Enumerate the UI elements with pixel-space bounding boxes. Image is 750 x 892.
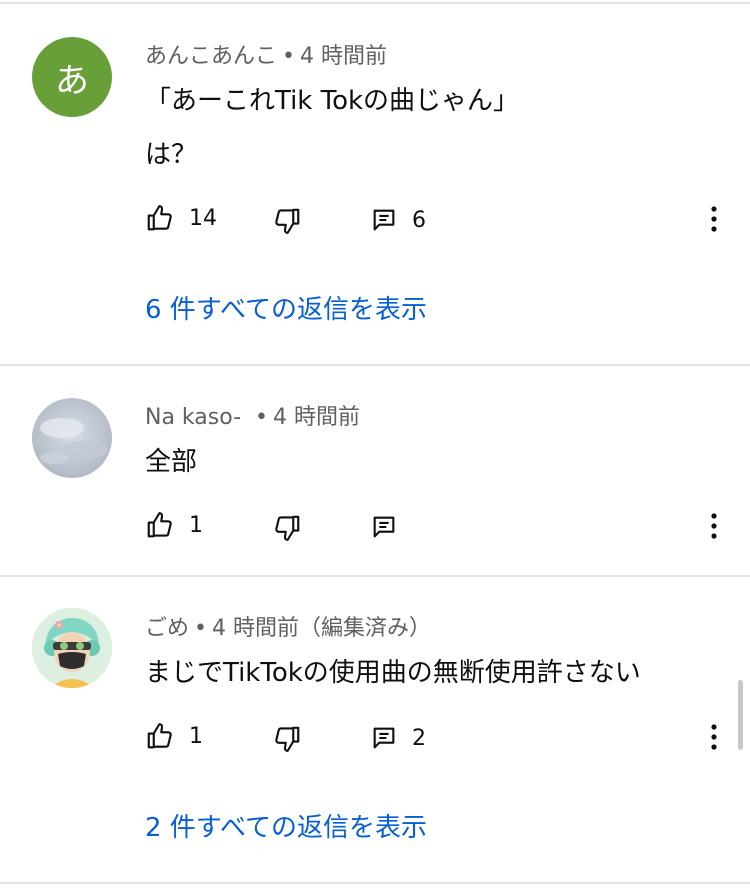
comment-divider [0,364,750,366]
comment-time: 4 時間前 [273,405,361,430]
edited-label: （編集済み） [299,616,432,641]
separator-dot: • [194,616,207,641]
reply-count: 2 [412,725,426,751]
avatar-image [32,398,112,478]
thumbs-down-icon [275,726,300,752]
comment-meta: ごめ • 4 時間前（編集済み） [145,610,431,642]
reply-comment-icon [373,209,395,231]
bottom-divider [0,882,750,884]
comment-divider [0,575,750,577]
dislike-button[interactable] [272,724,302,754]
like-button[interactable]: 14 [145,203,217,233]
thumbs-down-icon [275,208,300,234]
like-button[interactable]: 1 [145,721,203,751]
more-vertical-icon [711,724,717,750]
comment-meta: Na kaso- • 4 時間前 [145,399,360,431]
comment-text-line: 全部 [145,447,198,477]
reply-comment-icon [373,516,395,538]
thumbs-up-icon [147,723,172,749]
like-count: 1 [189,723,203,749]
separator-dot: • [282,44,295,69]
author-name[interactable]: あんこあんこ [145,44,277,69]
view-replies-link[interactable]: 2 件すべての返信を表示 [145,807,427,844]
author-name[interactable]: Na kaso- [145,405,241,430]
dislike-button[interactable] [272,513,302,543]
thumbs-up-icon [147,512,172,538]
avatar[interactable]: あ [32,37,112,117]
view-replies-link[interactable]: 6 件すべての返信を表示 [145,289,427,326]
more-options-button[interactable] [700,205,728,233]
comment-text-line: 「あーこれTik Tokの曲じゃん」 [145,86,520,116]
author-name[interactable]: ごめ [145,616,189,641]
more-vertical-icon [711,206,717,232]
top-divider [0,2,750,4]
like-count: 1 [189,512,203,538]
comment-meta: あんこあんこ • 4 時間前 [145,38,387,70]
like-count: 14 [189,205,217,231]
avatar-letter: あ [55,60,89,101]
more-options-button[interactable] [700,512,728,540]
comment-time: 4 時間前 [212,616,299,641]
comment-text-line: は？ [145,140,198,170]
more-options-button[interactable] [700,723,728,751]
avatar[interactable] [32,608,112,688]
like-button[interactable]: 1 [145,510,203,540]
thumbs-down-icon [275,515,300,541]
more-vertical-icon [711,513,717,539]
reply-comment-icon [373,727,395,749]
avatar-image [32,608,112,688]
reply-button[interactable]: 2 [370,724,426,752]
reply-button[interactable] [370,513,398,541]
avatar[interactable] [32,398,112,478]
separator-dot: • [255,405,269,430]
comment-time: 4 時間前 [300,44,387,69]
dislike-button[interactable] [272,206,302,236]
reply-count: 6 [412,207,426,233]
thumbs-up-icon [147,205,172,231]
comment-text-line: まじでTikTokの使用曲の無断使用許さない [145,658,641,688]
scrollbar-thumb[interactable] [738,680,743,750]
reply-button[interactable]: 6 [370,206,426,234]
